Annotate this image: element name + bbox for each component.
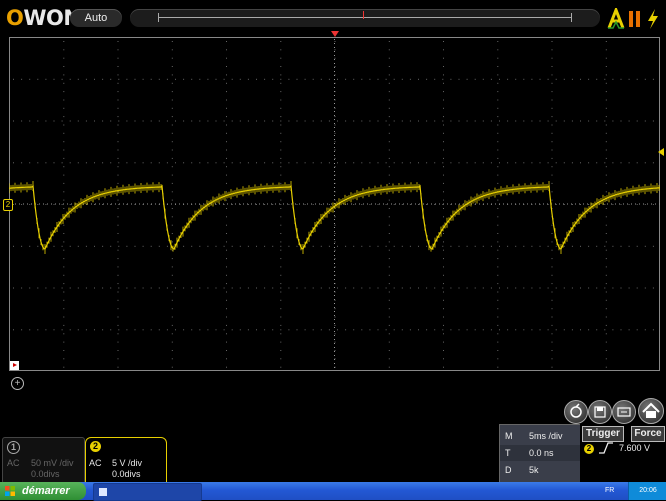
force-button[interactable]: Force (631, 426, 665, 442)
channel1-scale: 50 mV /div (31, 458, 74, 468)
channel2-offset-label: 2 (5, 200, 11, 209)
taskbar-app-item[interactable] (93, 483, 202, 501)
timeline-position-marker (363, 11, 364, 19)
trigger-level: 7.600 V (619, 443, 651, 453)
timeline-start-tick (158, 13, 159, 22)
language-indicator[interactable]: FR (605, 482, 614, 500)
timebase-value: 5ms /div (529, 431, 563, 441)
screen-icon[interactable] (612, 400, 636, 424)
channel2-offset-marker[interactable]: 2 (3, 199, 13, 211)
windows-flag-icon (5, 486, 15, 496)
pause-icon[interactable] (627, 8, 643, 30)
windows-taskbar: démarrer FR 20:06 (0, 482, 666, 501)
timeline-line (158, 17, 572, 18)
save-icon[interactable] (588, 400, 612, 424)
rising-edge-icon (599, 442, 613, 454)
horizontal-position-key: T (505, 448, 511, 458)
channel2-coupling: AC (89, 458, 102, 468)
status-icons (607, 8, 663, 30)
channel2-scale: 5 V /div (112, 458, 143, 468)
trigger-position-marker[interactable] (331, 31, 339, 37)
start-label: démarrer (22, 485, 70, 497)
lightning-icon[interactable] (645, 8, 661, 30)
channel1-panel[interactable]: 1 AC 50 mV /div 0.0divs (2, 437, 85, 484)
auto-mode-button[interactable]: Auto (70, 9, 122, 27)
trigger-channel: 2 (584, 444, 594, 454)
timebase-key: M (505, 431, 513, 441)
channel1-offset: 0.0divs (31, 469, 60, 479)
toolbar (562, 398, 666, 424)
trigger-level-marker[interactable] (658, 148, 664, 156)
record-depth-row: D 5k (500, 462, 580, 478)
timebase-row: M 5ms /div (500, 428, 580, 444)
record-depth-key: D (505, 465, 512, 475)
graticule (9, 37, 660, 371)
trigger-button[interactable]: Trigger (582, 426, 624, 442)
home-icon[interactable] (638, 398, 664, 424)
start-button[interactable]: démarrer (0, 482, 86, 500)
channel2-number: 2 (90, 441, 101, 452)
timebase-panel[interactable]: M 5ms /div T 0.0 ns D 5k (499, 424, 581, 484)
timeline-end-tick (571, 13, 572, 22)
plus-circle-icon[interactable]: + (11, 377, 24, 390)
memory-timeline[interactable] (130, 9, 600, 27)
a-trigger-icon[interactable] (607, 8, 625, 30)
system-clock[interactable]: 20:06 (628, 482, 666, 500)
channel1-number: 1 (7, 441, 20, 454)
app-icon (99, 488, 107, 496)
trigger-panel: Trigger Force 2 7.600 V (580, 424, 666, 482)
record-depth-value: 5k (529, 465, 539, 475)
horizontal-position-value: 0.0 ns (529, 448, 554, 458)
autoset-icon[interactable] (564, 400, 588, 424)
channel1-offset-marker[interactable] (10, 361, 19, 370)
horizontal-position-row: T 0.0 ns (500, 445, 580, 461)
channel1-coupling: AC (7, 458, 20, 468)
channel2-offset: 0.0divs (112, 469, 141, 479)
channel2-panel[interactable]: 2 AC 5 V /div 0.0divs (85, 437, 167, 484)
